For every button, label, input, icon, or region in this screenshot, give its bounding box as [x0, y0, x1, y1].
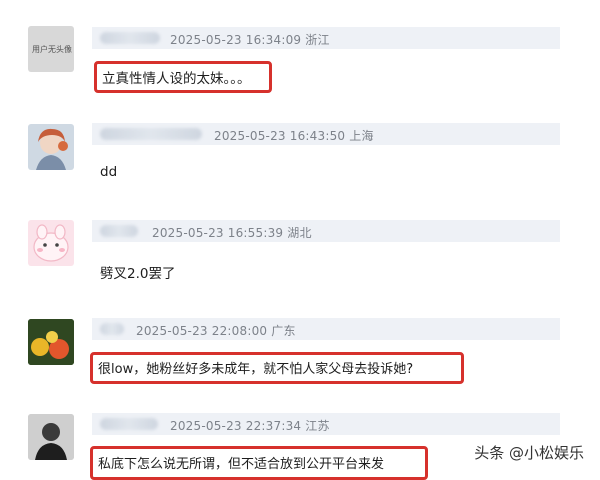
comment-time: 16:55:39: [227, 226, 284, 240]
illustrated-girl-icon: [36, 128, 68, 170]
comment-location: 江苏: [305, 419, 330, 433]
comment-text: dd: [100, 164, 118, 180]
comment-item: 用户无头像 2025-05-23 16:34:09 浙江 立真性情人设的太妹。。…: [0, 0, 600, 110]
comment-meta: 2025-05-23 22:37:34 江苏: [170, 417, 330, 434]
comment-text: 很low，她粉丝好多未成年，就不怕人家父母去投诉她?: [98, 362, 414, 377]
avatar[interactable]: [28, 319, 74, 365]
comment-location: 湖北: [287, 226, 312, 240]
pink-cartoon-icon: [33, 224, 69, 262]
comment-date: 2025-05-23: [170, 419, 242, 433]
dark-person-icon: [28, 414, 74, 460]
comment-time: 16:34:09: [245, 33, 302, 47]
comment-item: 2025-05-23 16:43:50 上海 dd: [0, 110, 600, 210]
comment-time: 22:37:34: [245, 419, 302, 433]
username-blurred[interactable]: [100, 418, 158, 430]
comment-date: 2025-05-23: [214, 129, 286, 143]
avatar[interactable]: 用户无头像: [28, 26, 74, 72]
username-blurred[interactable]: [100, 128, 202, 140]
avatar-caption: 用户无头像: [32, 45, 72, 54]
comment-meta: 2025-05-23 16:34:09 浙江: [170, 31, 330, 48]
comment-item: 2025-05-23 22:08:00 广东 很low，她粉丝好多未成年，就不怕…: [0, 310, 600, 406]
avatar[interactable]: [28, 414, 74, 460]
comment-time: 22:08:00: [211, 324, 268, 338]
watermark: 头条 @小松娱乐: [468, 440, 590, 465]
avatar[interactable]: [28, 124, 74, 170]
comment-meta: 2025-05-23 16:43:50 上海: [214, 127, 374, 144]
username-blurred[interactable]: [100, 32, 160, 44]
fruit-photo-icon: [28, 319, 74, 365]
comment-meta: 2025-05-23 22:08:00 广东: [136, 322, 296, 339]
comment-location: 上海: [349, 129, 374, 143]
comment-date: 2025-05-23: [170, 33, 242, 47]
comment-date: 2025-05-23: [152, 226, 224, 240]
comment-item: 2025-05-23 16:55:39 湖北 劈叉2.0罢了: [0, 210, 600, 310]
comment-location: 浙江: [305, 33, 330, 47]
username-blurred[interactable]: [100, 323, 124, 335]
comment-text: 劈叉2.0罢了: [100, 266, 176, 282]
comment-time: 16:43:50: [289, 129, 346, 143]
comment-location: 广东: [271, 324, 296, 338]
comment-text: 私底下怎么说无所谓，但不适合放到公开平台来发: [98, 457, 385, 472]
comment-date: 2025-05-23: [136, 324, 208, 338]
avatar[interactable]: [28, 220, 74, 266]
comment-meta: 2025-05-23 16:55:39 湖北: [152, 224, 312, 241]
username-blurred[interactable]: [100, 225, 138, 237]
comment-text: 立真性情人设的太妹。。。: [102, 71, 251, 87]
